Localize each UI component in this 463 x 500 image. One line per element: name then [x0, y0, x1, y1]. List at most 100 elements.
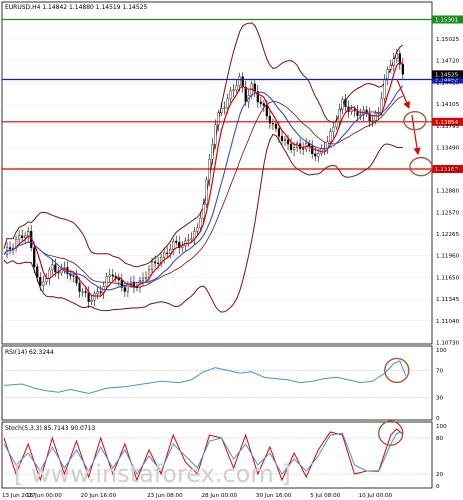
candle-body [144, 277, 148, 279]
candle-body [190, 238, 193, 241]
candle-body [187, 239, 190, 242]
candle-body [302, 148, 305, 150]
candle-body [196, 227, 199, 232]
candle-body [374, 113, 377, 121]
candle-body [265, 105, 268, 117]
candle-body [135, 286, 139, 288]
candle-body [338, 108, 341, 122]
candle-body [42, 281, 45, 286]
candle-body [274, 123, 278, 129]
candle-body [169, 248, 172, 254]
candle-body [39, 277, 42, 286]
candle-body [78, 282, 81, 292]
time-tick-label: 28 Jun 00:00 [202, 493, 238, 499]
time-tick-label: 16 Jun 00:00 [26, 493, 62, 499]
candle-body [371, 120, 374, 122]
candle-body [63, 267, 66, 269]
price-tick-label: 1.11040 [436, 319, 460, 325]
candle-body [205, 179, 208, 205]
price-level-label: 1.14525 [435, 73, 459, 79]
candle-body [90, 300, 93, 302]
candle-body [253, 83, 256, 92]
candle-body [344, 99, 347, 107]
price-axis: 1.15025 1.14720 1.14410 1.14105 1.13795 1.134… [436, 37, 460, 347]
candle-body [244, 86, 247, 103]
rsi-tick-label: 100 [436, 348, 447, 354]
candle-body [150, 261, 154, 270]
candle-body [27, 231, 30, 237]
candle-body [314, 153, 317, 157]
rsi-tick-label: 70 [436, 368, 444, 374]
price-tick-label: 1.11650 [436, 276, 460, 282]
candle-body [226, 98, 229, 109]
candle-body [54, 264, 57, 272]
candle-body [353, 109, 356, 112]
candle-body [45, 278, 48, 283]
price-tick-label: 1.15025 [436, 37, 460, 43]
candle-body [383, 79, 386, 99]
candle-body [289, 143, 293, 150]
chart-title: EURUSD,H4 1.14842 1.14880 1.14519 1.1452… [5, 4, 147, 11]
price-tick-label: 1.11960 [436, 254, 460, 260]
price-tick-label: 1.12880 [436, 189, 460, 195]
candle-body [36, 266, 39, 278]
price-tick-label: 1.14720 [436, 59, 460, 65]
price-tick-label: 1.10730 [436, 341, 460, 347]
candle-body [147, 269, 151, 278]
candle-body [96, 291, 99, 295]
candle-body [51, 264, 54, 271]
candle-body [84, 291, 87, 293]
candle-body [401, 64, 404, 75]
candle-body [223, 107, 226, 109]
price-tick-label: 1.12265 [436, 232, 460, 238]
rsi-tick-label: 0 [436, 416, 440, 422]
candle-body [172, 240, 175, 250]
candle-body [232, 89, 235, 92]
candle-body [317, 153, 320, 157]
stoch-tick-label: 100 [436, 424, 447, 430]
stoch-tick-label: 20 [436, 472, 444, 478]
candle-body [220, 108, 223, 113]
candle-body [8, 247, 12, 250]
price-tick-label: 1.13795 [436, 124, 460, 130]
price-tick-label: 1.11345 [436, 297, 460, 303]
candle-body [259, 101, 262, 104]
candle-body [229, 90, 232, 99]
candle-body [99, 291, 102, 293]
candle-body [111, 274, 114, 277]
candle-body [395, 53, 398, 60]
candle-body [277, 128, 281, 137]
candle-body [141, 278, 145, 281]
candle-body [211, 144, 214, 160]
candle-body [93, 293, 96, 301]
time-tick-label: 5 Jul 08:00 [310, 493, 340, 499]
candle-body [123, 287, 126, 292]
candle-body [341, 99, 344, 110]
price-tick-label: 1.13180 [436, 167, 460, 173]
candle-body [214, 124, 217, 145]
stoch-tick-label: 80 [436, 436, 444, 442]
candle-body [217, 112, 220, 125]
stoch-title: Stoch(5,3,3) 85.7143 90.0713 [5, 425, 96, 432]
price-tick-label: 1.14105 [436, 102, 460, 108]
rsi-tick-label: 30 [436, 396, 444, 402]
candle-body [286, 139, 290, 145]
price-tick-label: 1.13490 [436, 146, 460, 152]
candle-body [271, 122, 275, 125]
candle-body [157, 262, 160, 264]
candle-body [105, 276, 108, 287]
stoch-tick-label: 0 [436, 484, 440, 490]
candle-body [238, 76, 241, 86]
rsi-title: RSI(14) 62.3244 [5, 349, 54, 356]
candle-body [175, 240, 178, 243]
time-tick-label: 20 Jun 16:00 [81, 493, 117, 499]
time-tick-label: 30 Jun 16:00 [256, 493, 292, 499]
candle-body [81, 291, 84, 293]
candle-body [386, 69, 389, 80]
candle-body [193, 231, 196, 239]
candle-body [350, 109, 353, 112]
time-tick-label: 23 Jun 08:00 [147, 493, 183, 499]
candle-body [87, 292, 90, 302]
candle-body [72, 275, 75, 277]
price-level-label: 1.15301 [435, 18, 459, 24]
